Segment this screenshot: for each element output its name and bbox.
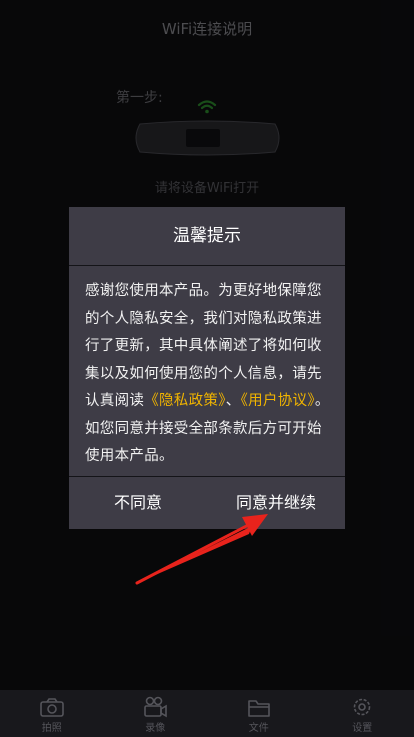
tab-video[interactable]: 录像 [104,690,208,737]
tab-settings[interactable]: 设置 [311,690,414,737]
link-separator: 、 [225,393,241,409]
dialog-title: 温馨提示 [69,207,345,266]
dialog-body-text: 感谢您使用本产品。为更好地保障您的个人隐私安全，我们对隐私政策进行了更新，其中具… [85,283,322,409]
gear-icon [353,698,371,716]
bottom-tab-bar: 拍照 录像 文件 设置 [0,690,414,737]
dialog-message: 感谢您使用本产品。为更好地保障您的个人隐私安全，我们对隐私政策进行了更新，其中具… [69,266,345,481]
privacy-dialog: 温馨提示 感谢您使用本产品。为更好地保障您的个人隐私安全，我们对隐私政策进行了更… [69,207,345,529]
agree-continue-button[interactable]: 同意并继续 [207,477,345,529]
tab-files[interactable]: 文件 [207,690,311,737]
tab-label: 设置 [352,723,373,734]
tab-photo[interactable]: 拍照 [0,690,104,737]
dialog-actions: 不同意 同意并继续 [69,476,345,529]
wifi-guide-screen: WiFi连接说明 第一步: 请将设备WiFi打开 温馨提示 感谢您使用本产品。为… [0,0,414,737]
tab-label: 拍照 [41,723,62,734]
tab-label: 文件 [248,723,269,734]
folder-icon [247,700,270,717]
video-camera-icon [144,696,168,718]
camera-icon [39,698,64,717]
disagree-button[interactable]: 不同意 [69,477,207,529]
user-agreement-link[interactable]: 《用户协议》 [241,393,315,409]
tab-label: 录像 [145,723,166,734]
privacy-policy-link[interactable]: 《隐私政策》 [144,393,226,409]
